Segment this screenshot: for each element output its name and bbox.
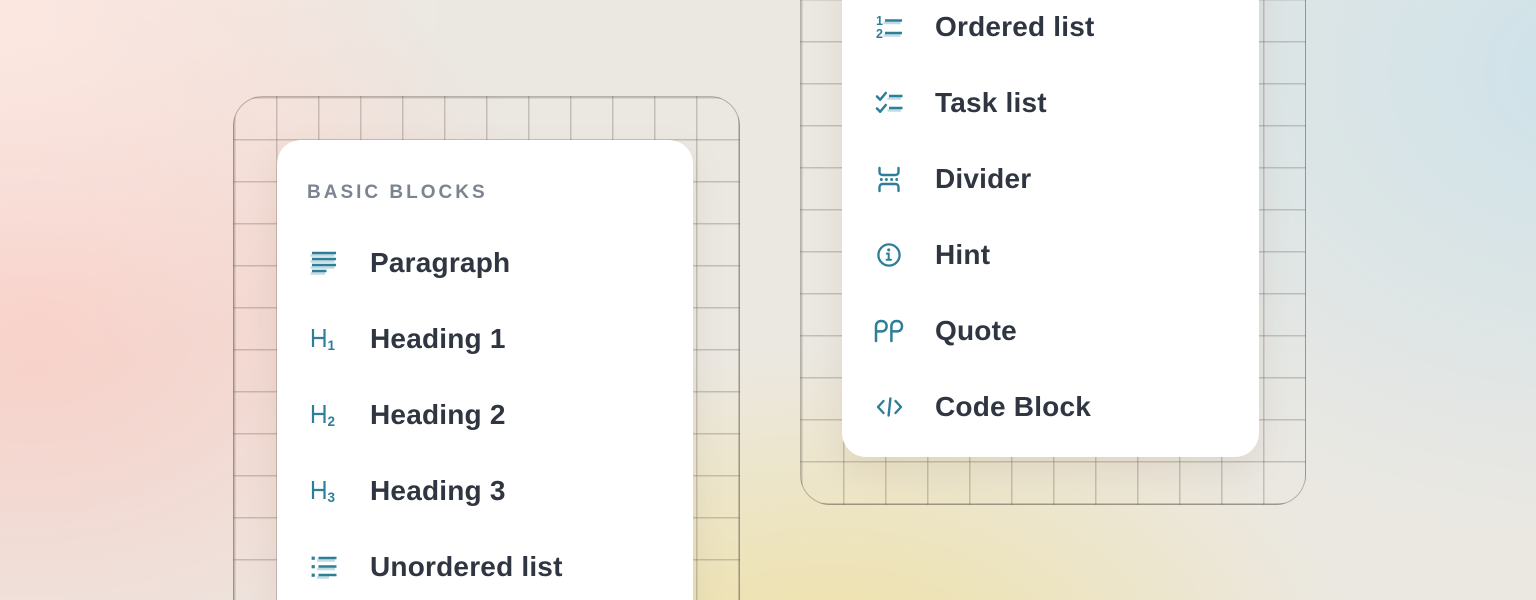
menu-item-divider[interactable]: Divider: [872, 141, 1231, 217]
menu-item-list-left: Paragraph 1 Heading 1 2 Heading 2 3 Heading…: [307, 225, 665, 600]
menu-item-label: Hint: [935, 239, 990, 271]
menu-item-label: Paragraph: [370, 247, 510, 279]
hero-background: BASIC BLOCKS Paragraph 1 Heading 1 2 Headi…: [0, 0, 1536, 600]
svg-text:1: 1: [876, 14, 883, 28]
svg-text:2: 2: [327, 414, 335, 429]
code-block-icon: [872, 392, 906, 422]
menu-item-heading-3[interactable]: 3 Heading 3: [307, 453, 665, 529]
menu-item-quote[interactable]: Quote: [872, 293, 1231, 369]
h3-icon: 3: [307, 476, 341, 506]
menu-section-header: BASIC BLOCKS: [307, 170, 665, 216]
menu-item-label: Heading 2: [370, 399, 506, 431]
svg-text:2: 2: [876, 27, 883, 41]
hint-icon: [872, 240, 906, 270]
task-list-icon: [872, 88, 906, 118]
menu-item-heading-2[interactable]: 2 Heading 2: [307, 377, 665, 453]
menu-item-label: Unordered list: [370, 551, 563, 583]
h1-icon: 1: [307, 324, 341, 354]
menu-item-ordered-list[interactable]: 1 2 Ordered list: [872, 0, 1231, 65]
menu-item-hint[interactable]: Hint: [872, 217, 1231, 293]
paragraph-icon: [307, 248, 341, 278]
menu-item-label: Ordered list: [935, 11, 1095, 43]
menu-item-label: Code Block: [935, 391, 1091, 423]
menu-item-label: Heading 1: [370, 323, 506, 355]
menu-item-unordered-list[interactable]: Unordered list: [307, 529, 665, 600]
divider-icon: [872, 164, 906, 194]
basic-blocks-menu: BASIC BLOCKS Paragraph 1 Heading 1 2 Headi…: [277, 140, 693, 600]
blocks-menu-continued: 1 2 Ordered list Task list Divider Hint …: [842, 0, 1259, 457]
ordered-list-icon: 1 2: [872, 12, 906, 42]
menu-item-list-right: 1 2 Ordered list Task list Divider Hint …: [872, 0, 1231, 445]
menu-item-label: Heading 3: [370, 475, 506, 507]
unordered-list-icon: [307, 552, 341, 582]
menu-item-code-block[interactable]: Code Block: [872, 369, 1231, 445]
menu-item-label: Divider: [935, 163, 1031, 195]
menu-item-heading-1[interactable]: 1 Heading 1: [307, 301, 665, 377]
menu-item-paragraph[interactable]: Paragraph: [307, 225, 665, 301]
quote-icon: [872, 316, 906, 346]
h2-icon: 2: [307, 400, 341, 430]
svg-text:1: 1: [327, 338, 335, 353]
menu-item-label: Task list: [935, 87, 1047, 119]
svg-text:3: 3: [327, 490, 335, 505]
menu-item-label: Quote: [935, 315, 1017, 347]
menu-item-task-list[interactable]: Task list: [872, 65, 1231, 141]
